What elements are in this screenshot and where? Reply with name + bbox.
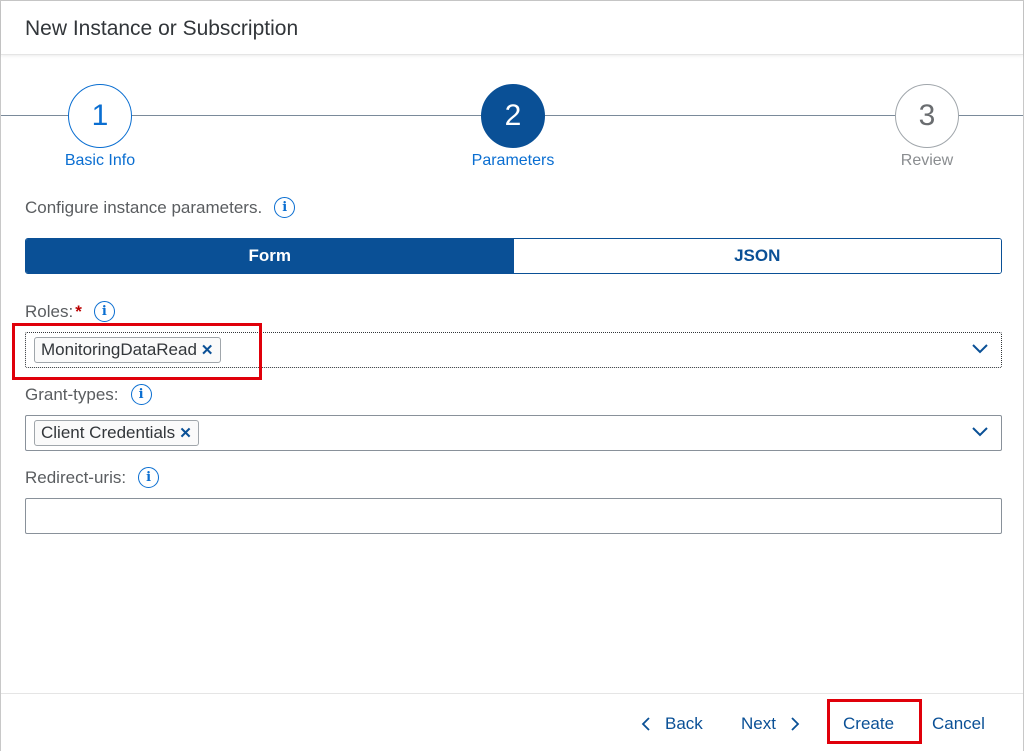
redirect-uris-label: Redirect-uris: [25,467,127,487]
close-icon[interactable]: ✕ [179,424,192,442]
redirect-uris-label-row: Redirect-uris: i [25,467,160,488]
info-icon[interactable]: i [274,197,296,218]
info-icon[interactable]: i [130,384,152,405]
config-description: Configure instance parameters. i [25,197,296,218]
json-tab[interactable]: JSON [513,239,1001,273]
wizard-step-2[interactable]: 2 [481,84,545,148]
dialog-header: New Instance or Subscription [1,1,1023,55]
wizard-step-3-label: Review [900,152,954,169]
back-label: Back [665,714,703,733]
cancel-button[interactable]: Cancel [932,714,985,734]
roles-label-row: Roles: * i [25,301,115,322]
chevron-down-icon[interactable] [971,425,989,439]
grant-types-multicombo[interactable]: Client Credentials ✕ [25,415,1002,451]
mode-toggle: Form JSON [25,238,1002,274]
wizard-step-2-label[interactable]: Parameters [443,152,583,170]
grant-types-label-row: Grant-types: i [25,384,152,405]
config-text: Configure instance parameters. [25,197,263,217]
dialog-title: New Instance or Subscription [25,17,299,40]
create-highlight-box [827,699,922,744]
grant-types-token: Client Credentials ✕ [34,420,199,446]
required-marker: * [75,301,82,321]
chevron-down-icon[interactable] [971,342,989,356]
roles-highlight-box [12,323,262,380]
next-button[interactable]: Next [741,714,800,734]
wizard-step-1-label[interactable]: Basic Info [30,152,170,170]
info-icon[interactable]: i [93,301,115,322]
chevron-left-icon [641,717,650,731]
redirect-uris-input[interactable] [25,498,1002,534]
new-instance-dialog: New Instance or Subscription 1 2 3 Basic… [0,0,1024,751]
next-label: Next [741,714,776,733]
wizard-step-3: 3 [895,84,959,148]
grant-types-token-label: Client Credentials [41,423,176,442]
wizard-progress: 1 2 3 Basic Info Parameters Review [1,57,1023,182]
chevron-right-icon [791,717,800,731]
roles-label: Roles: [25,301,74,321]
info-icon[interactable]: i [138,467,160,488]
form-tab[interactable]: Form [26,239,514,273]
back-button[interactable]: Back [641,714,703,734]
wizard-step-1[interactable]: 1 [68,84,132,148]
grant-types-label: Grant-types: [25,384,119,404]
